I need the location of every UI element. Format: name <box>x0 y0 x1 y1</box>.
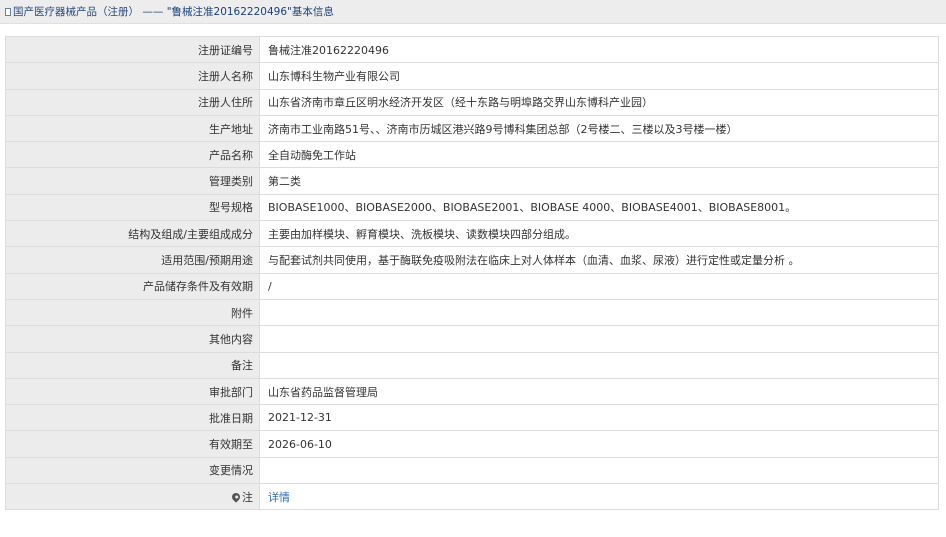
row-label: 附件 <box>5 298 260 327</box>
row-label: 适用范围/预期用途 <box>5 246 260 274</box>
table-row: 结构及组成/主要组成成分 主要由加样模块、孵育模块、洗板模块、读数模块四部分组成。 <box>5 220 939 248</box>
row-label: 结构及组成/主要组成成分 <box>5 220 260 248</box>
info-table: 注册证编号 鲁械注准20162220496 注册人名称 山东博科生物产业有限公司 注… <box>5 35 939 511</box>
table-row: 其他内容 <box>5 325 939 353</box>
row-value: 山东省济南市章丘区明水经济开发区（经十东路与明埠路交界山东博科产业园） <box>259 88 939 116</box>
row-value: BIOBASE1000、BIOBASE2000、BIOBASE2001、BIOB… <box>259 193 939 222</box>
row-label: 批准日期 <box>5 404 260 432</box>
table-row: 变更情况 <box>5 456 939 485</box>
table-row: 适用范围/预期用途 与配套试剂共同使用，基于酶联免疫吸附法在临床上对人体样本（血清… <box>5 246 939 274</box>
row-value: / <box>259 272 939 300</box>
row-value: 与配套试剂共同使用，基于酶联免疫吸附法在临床上对人体样本（血清、血浆、尿液）进行… <box>259 246 939 274</box>
row-label: 注册人住所 <box>5 88 260 116</box>
breadcrumb-root-link[interactable]: 国产医疗器械产品（注册） <box>13 6 139 18</box>
top-breadcrumb-bar: 国产医疗器械产品（注册） —— "鲁械注准20162220496"基本信息 <box>0 0 946 24</box>
table-row: 产品储存条件及有效期 / <box>5 272 939 300</box>
map-pin-icon <box>230 491 242 503</box>
document-icon <box>5 8 11 16</box>
row-value: 2021-12-31 <box>259 404 939 432</box>
row-value: 全自动酶免工作站 <box>259 141 939 169</box>
row-label: 备注 <box>5 351 260 379</box>
table-row: 注册证编号 鲁械注准20162220496 <box>5 35 939 64</box>
row-label: 型号规格 <box>5 193 260 222</box>
note-value-cell: 详情 <box>259 483 939 511</box>
table-row: 注册人住所 山东省济南市章丘区明水经济开发区（经十东路与明埠路交界山东博科产业园） <box>5 88 939 116</box>
breadcrumb: 国产医疗器械产品（注册） —— "鲁械注准20162220496"基本信息 <box>5 5 334 19</box>
breadcrumb-current: "鲁械注准20162220496"基本信息 <box>166 6 334 18</box>
table-row: 附件 <box>5 298 939 327</box>
details-link[interactable]: 详情 <box>268 491 290 504</box>
row-label: 其他内容 <box>5 325 260 353</box>
table-row: 型号规格 BIOBASE1000、BIOBASE2000、BIOBASE2001、… <box>5 193 939 222</box>
row-label: 变更情况 <box>5 456 260 485</box>
row-label: 注册人名称 <box>5 62 260 90</box>
row-label: 产品储存条件及有效期 <box>5 272 260 300</box>
row-value: 第二类 <box>259 167 939 195</box>
row-label: 注册证编号 <box>5 35 260 64</box>
table-row: 管理类别 第二类 <box>5 167 939 195</box>
row-label: 生产地址 <box>5 114 260 143</box>
table-row: 有效期至 2026-06-10 <box>5 430 939 458</box>
table-row: 批准日期 2021-12-31 <box>5 404 939 432</box>
row-value: 山东省药品监督管理局 <box>259 377 939 406</box>
table-row: 生产地址 济南市工业南路51号、、济南市历城区港兴路9号博科集团总部（2号楼二、三… <box>5 114 939 143</box>
row-value <box>259 456 939 485</box>
row-value <box>259 351 939 379</box>
note-row: 注 详情 <box>5 483 939 511</box>
breadcrumb-separator: —— <box>139 6 167 18</box>
row-value: 山东博科生物产业有限公司 <box>259 62 939 90</box>
row-value: 济南市工业南路51号、、济南市历城区港兴路9号博科集团总部（2号楼二、三楼以及3… <box>259 114 939 143</box>
note-label: 注 <box>242 490 253 504</box>
table-row: 备注 <box>5 351 939 379</box>
row-label: 产品名称 <box>5 141 260 169</box>
row-label: 管理类别 <box>5 167 260 195</box>
table-row: 审批部门 山东省药品监督管理局 <box>5 377 939 406</box>
row-value <box>259 298 939 327</box>
note-label-cell: 注 <box>5 483 260 511</box>
row-value: 鲁械注准20162220496 <box>259 35 939 64</box>
row-value: 主要由加样模块、孵育模块、洗板模块、读数模块四部分组成。 <box>259 220 939 248</box>
row-value: 2026-06-10 <box>259 430 939 458</box>
row-label: 有效期至 <box>5 430 260 458</box>
table-row: 产品名称 全自动酶免工作站 <box>5 141 939 169</box>
row-value <box>259 325 939 353</box>
row-label: 审批部门 <box>5 377 260 406</box>
table-row: 注册人名称 山东博科生物产业有限公司 <box>5 62 939 90</box>
